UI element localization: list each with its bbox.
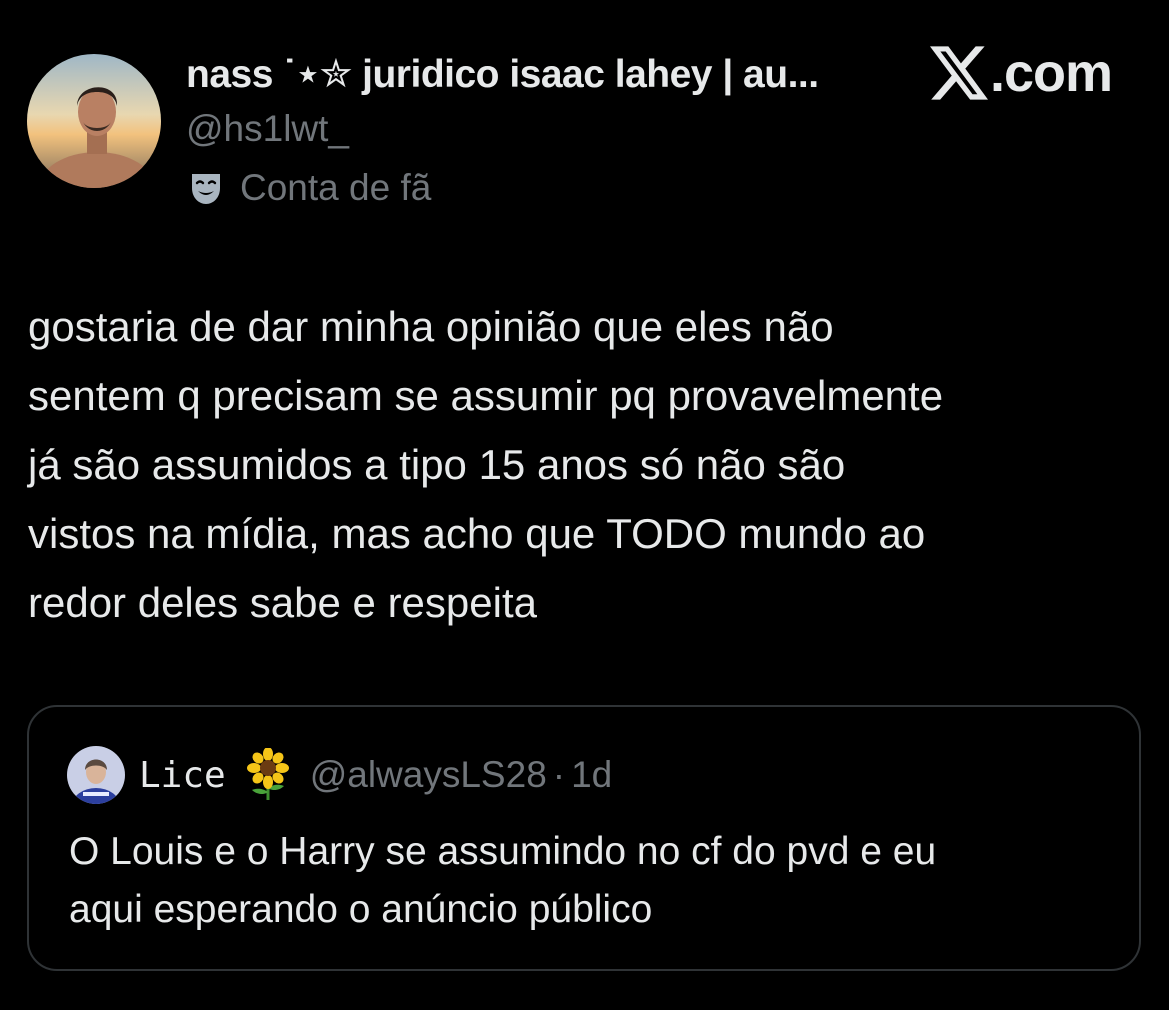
meta-separator: · <box>552 754 566 795</box>
author-avatar-photo <box>27 54 161 188</box>
quoted-tweet-card[interactable]: Lice @alwaysLS28 · 1d O Louis e o Harry … <box>27 705 1141 971</box>
quoted-author-name[interactable]: Lice <box>139 755 226 796</box>
theater-masks-icon <box>192 174 220 204</box>
sunflower-icon <box>246 748 289 800</box>
quoted-tweet-timestamp[interactable]: 1d <box>571 754 612 796</box>
quoted-tweet-text: O Louis e o Harry se assumindo no cf do … <box>69 830 937 931</box>
fan-label-text: Conta de fã <box>240 167 432 208</box>
quoted-author-avatar[interactable] <box>67 746 125 804</box>
quoted-author-handle[interactable]: @alwaysLS28 <box>310 754 547 796</box>
brand-domain-suffix: .com <box>990 43 1113 103</box>
tweet-body-text: gostaria de dar minha opinião que eles n… <box>28 303 944 626</box>
quoted-author-avatar-photo <box>67 746 125 804</box>
x-brand-logo: .com <box>930 43 1113 103</box>
author-display-name[interactable]: nass ˙⋆✮ juridico isaac lahey | au... <box>186 52 819 97</box>
x-logo-icon <box>930 46 988 100</box>
author-handle[interactable]: @hs1lwt_ <box>186 108 349 150</box>
quoted-tweet-header: Lice @alwaysLS28 · 1d <box>67 745 612 805</box>
author-avatar[interactable] <box>27 54 161 188</box>
fan-account-label: Conta de fã <box>186 166 431 210</box>
